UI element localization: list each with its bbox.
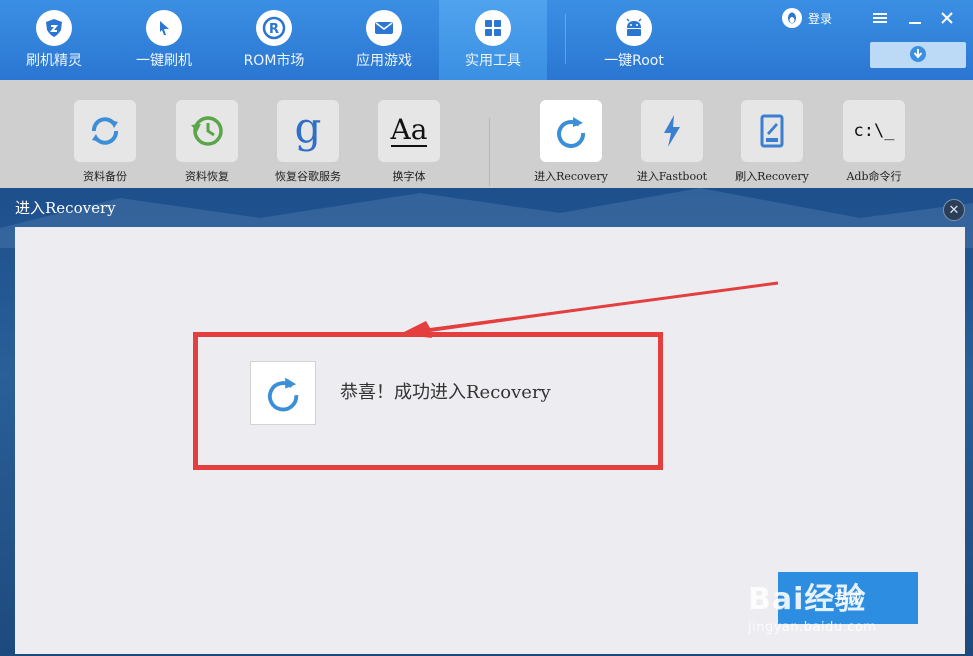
watermark-logo: Bai经验 <box>748 582 867 617</box>
watermark-url: jingyan.baidu.com <box>748 620 877 635</box>
annotation-arrow <box>400 281 779 338</box>
recovery-success-icon <box>250 361 316 425</box>
success-message: 恭喜！成功进入Recovery <box>340 382 551 403</box>
baidu-watermark: Bai经验 jingyan.baidu.com <box>748 574 876 635</box>
